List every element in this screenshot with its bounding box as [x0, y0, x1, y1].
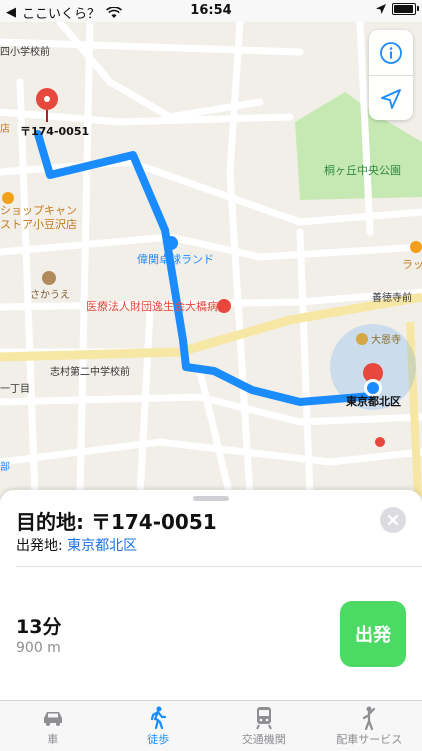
walk-icon — [148, 706, 168, 730]
origin-label: 出発地: — [16, 538, 63, 554]
label-middle-school: 志村第二中学校前 — [50, 365, 130, 378]
train-icon — [254, 706, 274, 730]
label-shop-line1: ショップキャン — [0, 204, 77, 217]
route-distance: 900 m — [16, 640, 61, 656]
origin-row: 出発地: 東京都北区 — [16, 535, 137, 555]
label-school-top: 四小学校前 — [0, 45, 50, 58]
sports-poi-icon[interactable] — [164, 236, 178, 250]
info-button[interactable] — [369, 30, 413, 75]
tab-car[interactable]: 車 — [0, 701, 106, 751]
tab-walk-label: 徒歩 — [147, 731, 169, 747]
battery-icon — [392, 3, 416, 15]
location-arrow-icon — [380, 88, 402, 110]
label-park: 桐ヶ丘中央公園 — [324, 163, 401, 177]
label-hospital: 医療法人財団逸生会大橋病院 — [86, 299, 229, 313]
label-bowling: 偉関卓球ランド — [137, 252, 214, 266]
restaurant-poi-icon[interactable] — [42, 271, 56, 285]
tab-ride-label: 配車サービス — [336, 731, 402, 747]
status-time: 16:54 — [0, 3, 422, 18]
panel-grabber[interactable] — [193, 496, 229, 501]
tab-walk[interactable]: 徒歩 — [106, 701, 212, 751]
label-shop-line2: ストア小豆沢店 — [0, 217, 77, 231]
origin-link[interactable]: 東京都北区 — [67, 538, 137, 554]
tab-transit-label: 交通機関 — [242, 731, 286, 747]
temple-poi-icon[interactable] — [356, 333, 368, 345]
label-pin: 〒174-0051 — [20, 125, 89, 138]
info-icon — [379, 41, 403, 65]
tab-transit[interactable]: 交通機関 — [211, 701, 317, 751]
tracking-button[interactable] — [369, 75, 413, 121]
label-clinic-top-left: 店 — [0, 122, 10, 135]
label-shibu: 部 — [0, 460, 10, 473]
transport-tab-bar: 車 徒歩 交通機関 配車サービス — [0, 700, 422, 751]
tab-car-label: 車 — [47, 731, 58, 747]
shop-poi-icon[interactable] — [2, 192, 14, 204]
ride-icon — [359, 706, 379, 730]
directions-panel: 目的地: 〒174-0051 出発地: 東京都北区 13分 900 m 出発 — [0, 490, 422, 700]
map-canvas[interactable]: 四小学校前 店 〒174-0051 ショップキャン ストア小豆沢店 桐ヶ丘中央公… — [0, 22, 422, 496]
map-controls — [369, 30, 413, 120]
label-rapp: ラッ — [402, 258, 422, 271]
panel-divider — [16, 566, 422, 567]
tab-ride[interactable]: 配車サービス — [317, 701, 422, 751]
start-pin-icon[interactable] — [363, 363, 383, 397]
close-icon — [387, 514, 399, 526]
status-bar: ◀ ここいくら？ 16:54 — [0, 0, 422, 22]
shop-poi-right-icon[interactable] — [410, 241, 422, 253]
label-zendokuji: 善徳寺前 — [372, 291, 412, 304]
shop-poi-red-icon[interactable] — [375, 437, 385, 447]
map-view[interactable]: 四小学校前 店 〒174-0051 ショップキャン ストア小豆沢店 桐ヶ丘中央公… — [0, 22, 422, 496]
destination-title: 目的地: 〒174-0051 — [16, 506, 217, 535]
location-arrow-icon — [376, 4, 386, 14]
label-sakaue: さかうえ — [30, 289, 70, 301]
go-button[interactable]: 出発 — [340, 601, 406, 667]
label-daionji: 大恩寺 — [371, 333, 401, 346]
close-button[interactable] — [380, 507, 406, 533]
status-right — [376, 3, 416, 15]
car-icon — [41, 709, 65, 727]
label-current-location: 東京都北区 — [346, 394, 401, 408]
route-duration: 13分 — [16, 612, 61, 639]
label-itchome: 一丁目 — [0, 384, 30, 395]
